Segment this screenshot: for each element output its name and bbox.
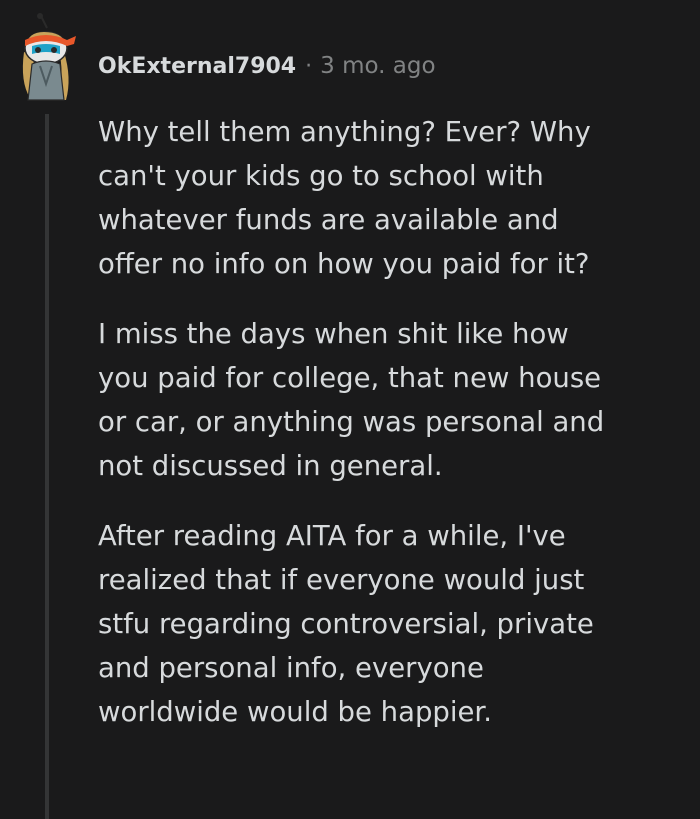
- text-line: not discussed in general.: [98, 450, 443, 482]
- text-line: stfu regarding controversial, private: [98, 608, 594, 640]
- comment-paragraph: After reading AITA for a while, I've rea…: [98, 514, 678, 734]
- text-line: can't your kids go to school with: [98, 160, 544, 192]
- text-line: or car, or anything was personal and: [98, 406, 605, 438]
- user-avatar[interactable]: [14, 12, 84, 102]
- text-line: I miss the days when shit like how: [98, 318, 569, 350]
- comment-paragraph: I miss the days when shit like how you p…: [98, 312, 678, 488]
- text-line: After reading AITA for a while, I've: [98, 520, 566, 552]
- comment: OkExternal7904 · 3 mo. ago Why tell them…: [0, 0, 700, 819]
- text-line: and personal info, everyone: [98, 652, 484, 684]
- text-line: realized that if everyone would just: [98, 564, 585, 596]
- comment-paragraph: Why tell them anything? Ever? Why can't …: [98, 110, 678, 286]
- text-line: whatever funds are available and: [98, 204, 559, 236]
- comment-body: Why tell them anything? Ever? Why can't …: [98, 110, 678, 760]
- snoo-avatar-icon: [22, 13, 76, 101]
- timestamp[interactable]: 3 mo. ago: [320, 53, 435, 79]
- meta-separator: ·: [305, 53, 313, 79]
- comment-header: OkExternal7904 · 3 mo. ago: [98, 48, 436, 84]
- text-line: worldwide would be happier.: [98, 696, 492, 728]
- thread-collapse-line[interactable]: [45, 114, 49, 819]
- text-line: you paid for college, that new house: [98, 362, 602, 394]
- username-link[interactable]: OkExternal7904: [98, 54, 296, 79]
- text-line: Why tell them anything? Ever? Why: [98, 116, 591, 148]
- text-line: offer no info on how you paid for it?: [98, 248, 590, 280]
